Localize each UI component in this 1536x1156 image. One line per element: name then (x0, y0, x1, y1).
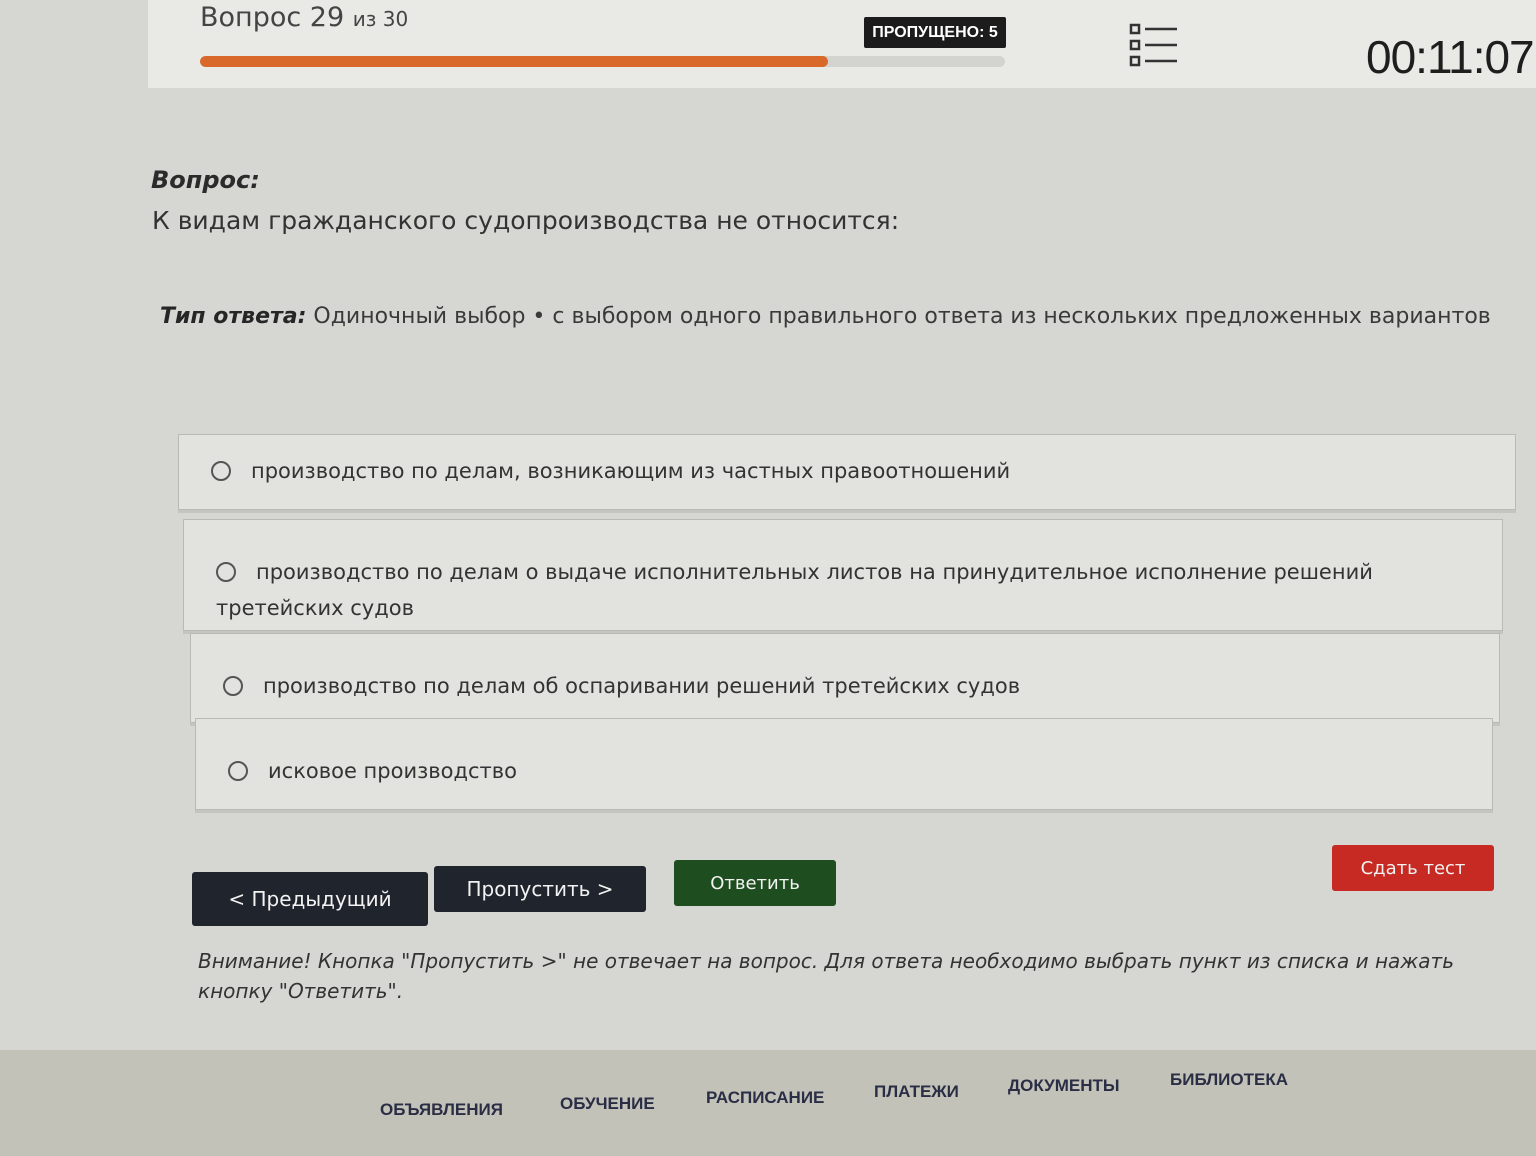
answer-type-label: Тип ответа: (160, 304, 307, 329)
radio-icon[interactable] (223, 676, 243, 696)
question-text: К видам гражданского судопроизводства не… (152, 206, 900, 235)
radio-icon[interactable] (211, 461, 231, 481)
answer-option-2[interactable]: производство по делам о выдаче исполните… (183, 519, 1503, 631)
answer-option-label: производство по делам, возникающим из ча… (251, 459, 1011, 483)
list-icon[interactable] (1128, 22, 1180, 70)
answer-type-text: Одиночный выбор • с выбором одного прави… (313, 304, 1491, 329)
radio-icon[interactable] (228, 761, 248, 781)
question-word: Вопрос (200, 2, 302, 33)
answer-option-label: производство по делам об оспаривании реш… (263, 674, 1021, 698)
answer-type: Тип ответа: Одиночный выбор • с выбором … (160, 304, 1491, 329)
answer-button[interactable]: Ответить (674, 860, 836, 906)
timer: 00:11:07 (1366, 31, 1535, 83)
answer-option-label: исковое производство (268, 759, 518, 783)
progress-fill (200, 56, 828, 67)
previous-button[interactable]: < Предыдущий (192, 872, 428, 926)
question-total: из 30 (352, 7, 409, 31)
answer-option-3[interactable]: производство по делам об оспаривании реш… (190, 633, 1500, 723)
nav-item-schedule[interactable]: РАСПИСАНИЕ (706, 1088, 824, 1108)
nav-item-education[interactable]: ОБУЧЕНИЕ (560, 1094, 655, 1114)
nav-item-payments[interactable]: ПЛАТЕЖИ (874, 1082, 959, 1102)
question-label: Вопрос: (151, 166, 260, 194)
answer-option-4[interactable]: исковое производство (195, 718, 1493, 810)
answer-option-label: производство по делам о выдаче исполните… (216, 560, 1373, 620)
progress-bar (200, 56, 1005, 67)
warning-text: Внимание! Кнопка "Пропустить >" не отвеч… (198, 949, 1454, 1003)
submit-test-button[interactable]: Сдать тест (1332, 845, 1494, 891)
nav-item-announcements[interactable]: ОБЪЯВЛЕНИЯ (380, 1100, 503, 1120)
answer-option-1[interactable]: производство по делам, возникающим из ча… (178, 434, 1516, 510)
nav-item-library[interactable]: БИБЛИОТЕКА (1170, 1070, 1288, 1090)
skipped-badge: ПРОПУЩЕНО: 5 (864, 17, 1006, 48)
skip-button[interactable]: Пропустить > (434, 866, 646, 912)
question-current: 29 (309, 2, 345, 33)
question-counter: Вопрос 29 из 30 (200, 2, 408, 33)
nav-item-documents[interactable]: ДОКУМЕНТЫ (1008, 1076, 1120, 1096)
radio-icon[interactable] (216, 562, 236, 582)
